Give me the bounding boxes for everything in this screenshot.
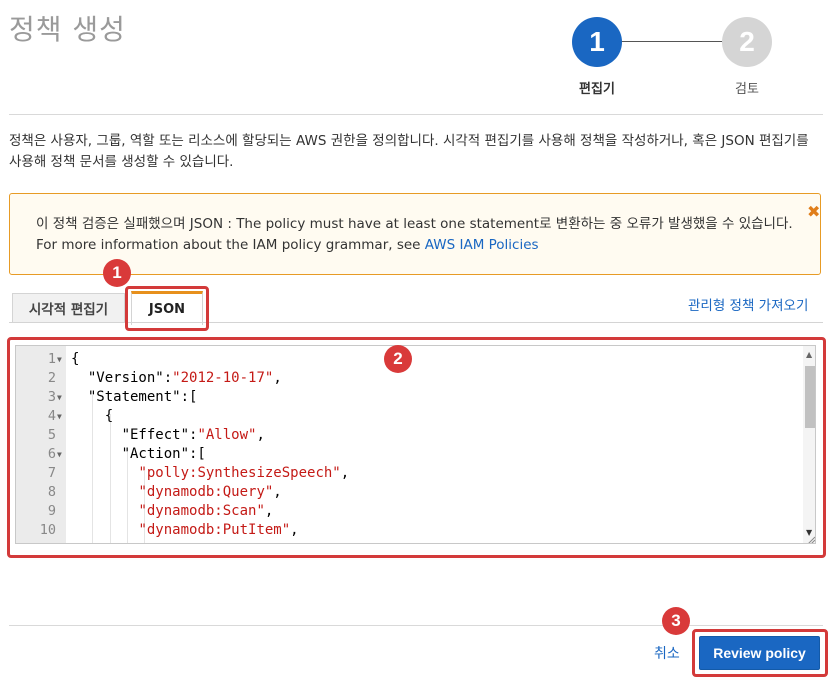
- alert-message: 이 정책 검증은 실패했으며 JSON : The policy must ha…: [36, 214, 796, 256]
- aws-iam-policies-link[interactable]: AWS IAM Policies: [425, 237, 539, 253]
- page-description: 정책은 사용자, 그룹, 역할 또는 리소스에 할당되는 AWS 권한을 정의합…: [9, 133, 809, 170]
- highlight-json-editor: [7, 337, 826, 558]
- step-1-indicator: 1: [572, 17, 622, 67]
- annotation-badge-2: 2: [384, 345, 412, 373]
- highlight-json-tab: [125, 286, 209, 331]
- validation-alert: 이 정책 검증은 실패했으며 JSON : The policy must ha…: [9, 193, 821, 275]
- footer-divider: [9, 625, 823, 626]
- step-1-label: 편집기: [579, 82, 615, 97]
- import-managed-policy-link[interactable]: 관리형 정책 가져오기: [688, 294, 808, 314]
- annotation-badge-3: 3: [662, 607, 690, 635]
- annotation-badge-1: 1: [103, 259, 131, 287]
- alert-message-text: 이 정책 검증은 실패했으며 JSON : The policy must ha…: [36, 216, 793, 253]
- cancel-button[interactable]: 취소: [654, 643, 680, 663]
- close-icon[interactable]: ✖: [807, 202, 820, 221]
- header-divider: [9, 114, 823, 115]
- highlight-review-button: [692, 629, 828, 677]
- step-2-label: 검토: [735, 82, 759, 97]
- stepper-connector: [620, 41, 724, 42]
- tab-visual-editor[interactable]: 시각적 편집기: [12, 293, 125, 322]
- page-title: 정책 생성: [9, 13, 126, 46]
- step-2-indicator: 2: [722, 17, 772, 67]
